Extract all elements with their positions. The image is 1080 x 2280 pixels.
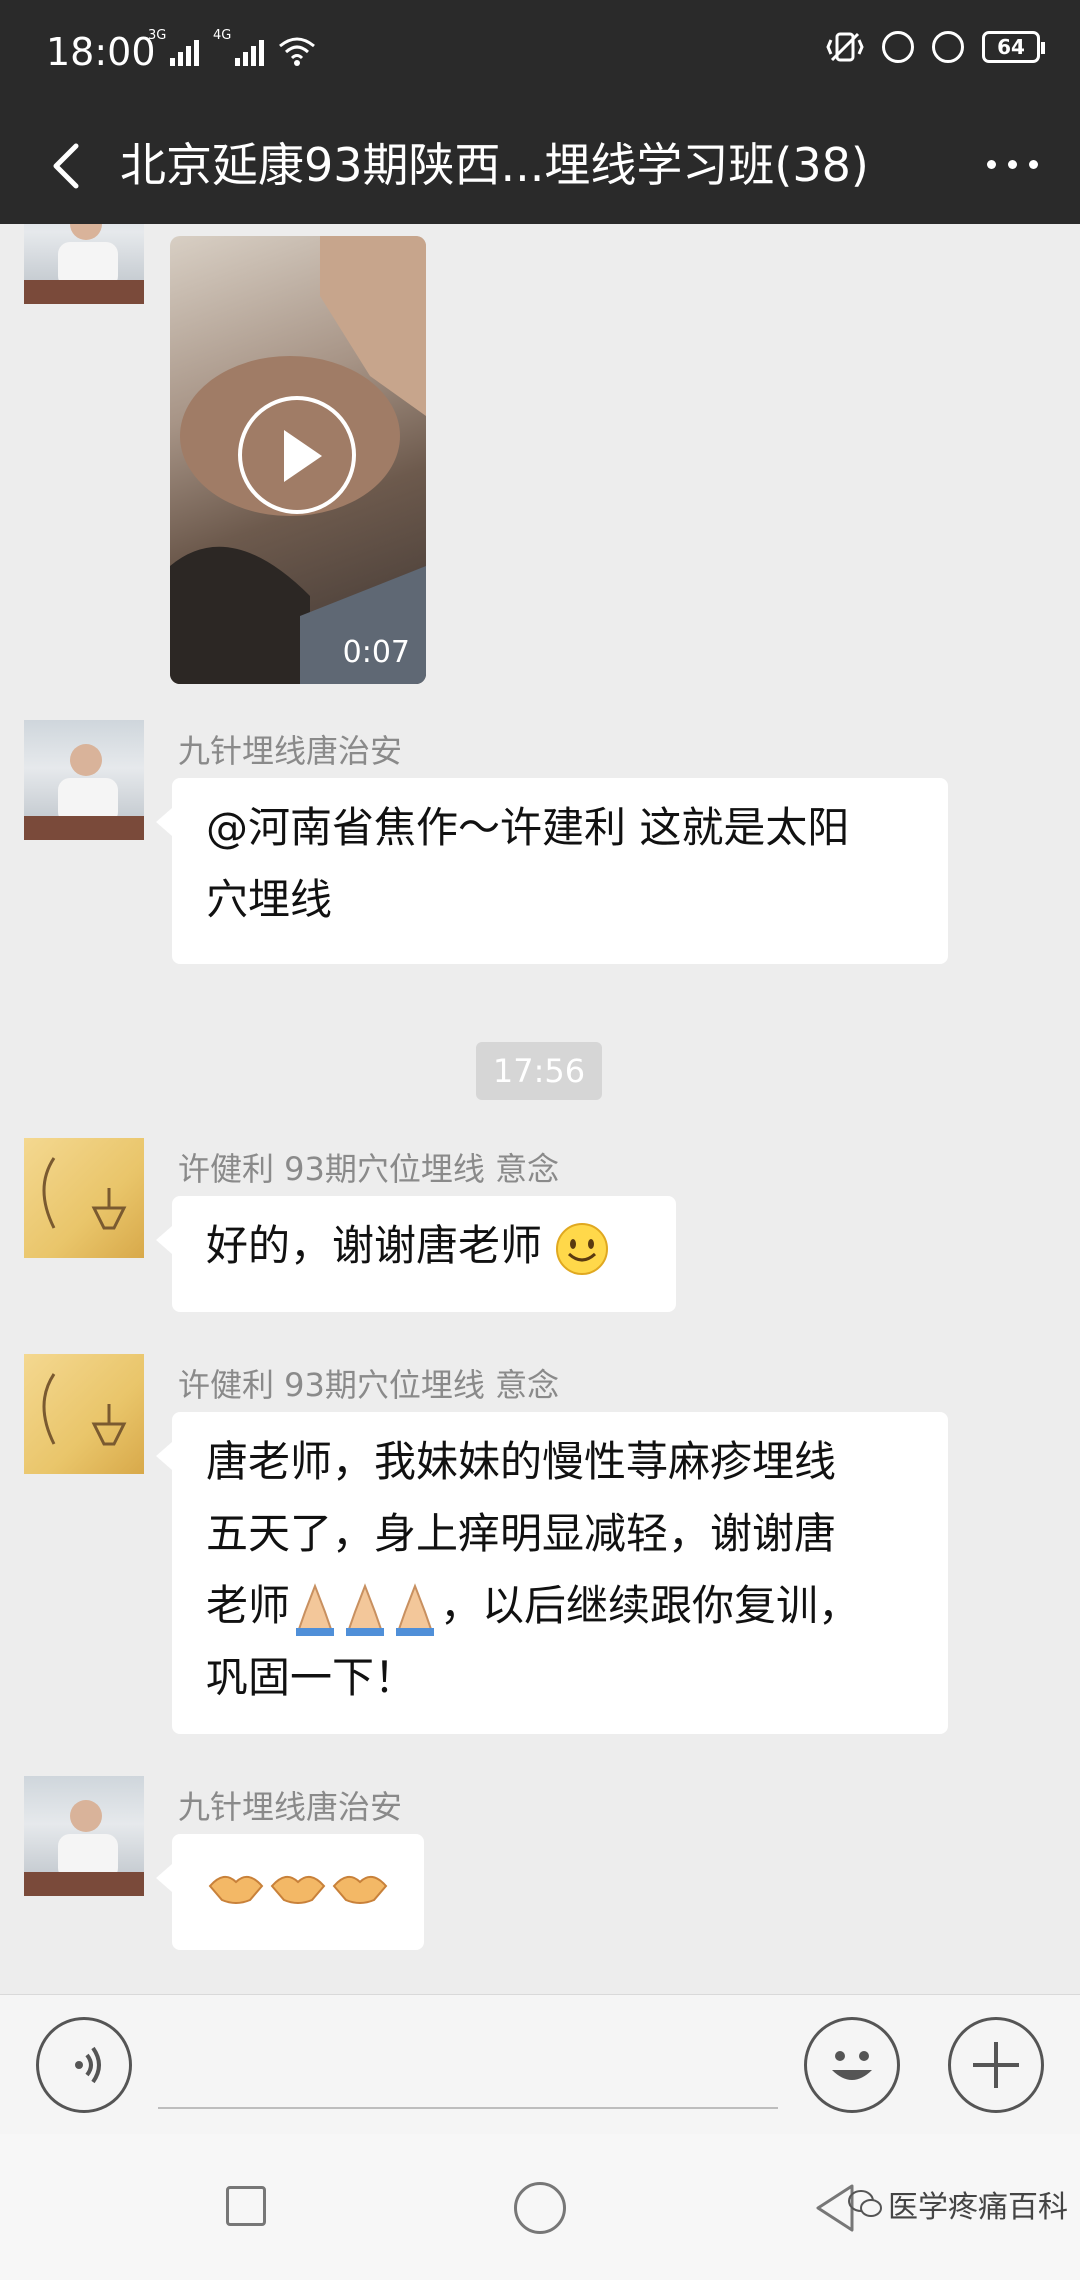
video-duration: 0:07 <box>342 635 410 670</box>
chat-title: 北京延康93期陕西...埋线学习班(38) <box>120 138 869 192</box>
text-input-field[interactable] <box>158 2107 778 2109</box>
watermark: 医学疼痛百科 <box>848 2182 1068 2226</box>
message-line: @河南省焦作～许建利 这就是太阳 <box>206 803 850 852</box>
wechat-logo-icon <box>848 2190 882 2217</box>
status-time: 18:00 <box>46 30 156 74</box>
video-message[interactable]: 0:07 <box>170 236 426 684</box>
handshake-icon <box>208 1875 388 1904</box>
avatar[interactable] <box>24 224 144 304</box>
sender-name: 九针埋线唐治安 <box>178 1788 403 1826</box>
pray-emoji-icon <box>296 1582 435 1636</box>
sender-name: 许健利 93期穴位埋线 意念 <box>178 1150 560 1188</box>
message-line: 穴埋线 <box>206 875 333 924</box>
message-line: 五天了，身上痒明显减轻，谢谢唐 <box>206 1509 837 1558</box>
message-line-text: ，以后继续跟你复训， <box>440 1581 861 1630</box>
home-button[interactable] <box>514 2182 566 2234</box>
alarm-icon <box>932 31 964 63</box>
chat-header: 北京延康93期陕西...埋线学习班(38) <box>0 110 1080 224</box>
sender-name: 许健利 93期穴位埋线 意念 <box>178 1366 560 1404</box>
watermark-text: 医学疼痛百科 <box>888 2190 1068 2225</box>
network-label-4g: 4G <box>213 28 232 43</box>
recent-apps-button[interactable] <box>226 2186 266 2226</box>
battery-icon: 64 <box>982 31 1045 63</box>
avatar[interactable] <box>24 1138 144 1258</box>
voice-icon <box>75 2046 101 2084</box>
message-input-bar <box>0 1994 1080 2135</box>
play-icon[interactable] <box>238 396 356 514</box>
voice-input-button[interactable] <box>36 2017 132 2113</box>
status-right-icons: 64 <box>826 30 1045 64</box>
message-bubble[interactable] <box>156 1834 424 1950</box>
vibrate-icon <box>826 32 864 62</box>
avatar[interactable] <box>24 720 144 840</box>
message-line-prefix: 老师 <box>206 1581 291 1630</box>
message-line: 唐老师，我妹妹的慢性荨麻疹埋线 <box>206 1437 837 1486</box>
wifi-icon <box>279 37 315 66</box>
message-bubble[interactable]: 好的，谢谢唐老师 <box>156 1196 676 1312</box>
more-options-icon[interactable] <box>982 144 1042 184</box>
chat-message-list[interactable]: 0:07 九针埋线唐治安 @河南省焦作～许建利 这就是太阳 穴埋线 17:56 … <box>0 224 1080 1994</box>
signal-3g-icon: 3G <box>148 28 199 66</box>
smile-emoji-icon <box>556 1222 609 1275</box>
message-bubble[interactable]: @河南省焦作～许建利 这就是太阳 穴埋线 <box>156 778 948 964</box>
plus-icon <box>973 2042 1019 2088</box>
message-line: 巩固一下！ <box>206 1653 417 1702</box>
network-indicators: 3G 4G <box>148 28 316 66</box>
system-nav-bar: 医学疼痛百科 <box>0 2134 1080 2280</box>
add-more-button[interactable] <box>948 2017 1044 2113</box>
sender-name: 九针埋线唐治安 <box>178 732 403 770</box>
signal-4g-icon: 4G <box>213 28 264 66</box>
message-text: 好的，谢谢唐老师 <box>206 1221 543 1270</box>
emoji-icon <box>832 2051 872 2080</box>
network-label-3g: 3G <box>148 28 167 43</box>
avatar[interactable] <box>24 1776 144 1896</box>
back-icon[interactable] <box>40 138 96 194</box>
lock-icon <box>882 31 914 63</box>
emoji-button[interactable] <box>804 2017 900 2113</box>
message-line: 老师 ，以后继续跟你复训， <box>206 1570 914 1642</box>
timestamp: 17:56 <box>476 1042 602 1100</box>
status-bar: 18:00 3G 4G 64 <box>0 0 1080 110</box>
avatar[interactable] <box>24 1354 144 1474</box>
message-bubble[interactable]: 唐老师，我妹妹的慢性荨麻疹埋线 五天了，身上痒明显减轻，谢谢唐 老师 ，以后继续… <box>156 1412 948 1734</box>
